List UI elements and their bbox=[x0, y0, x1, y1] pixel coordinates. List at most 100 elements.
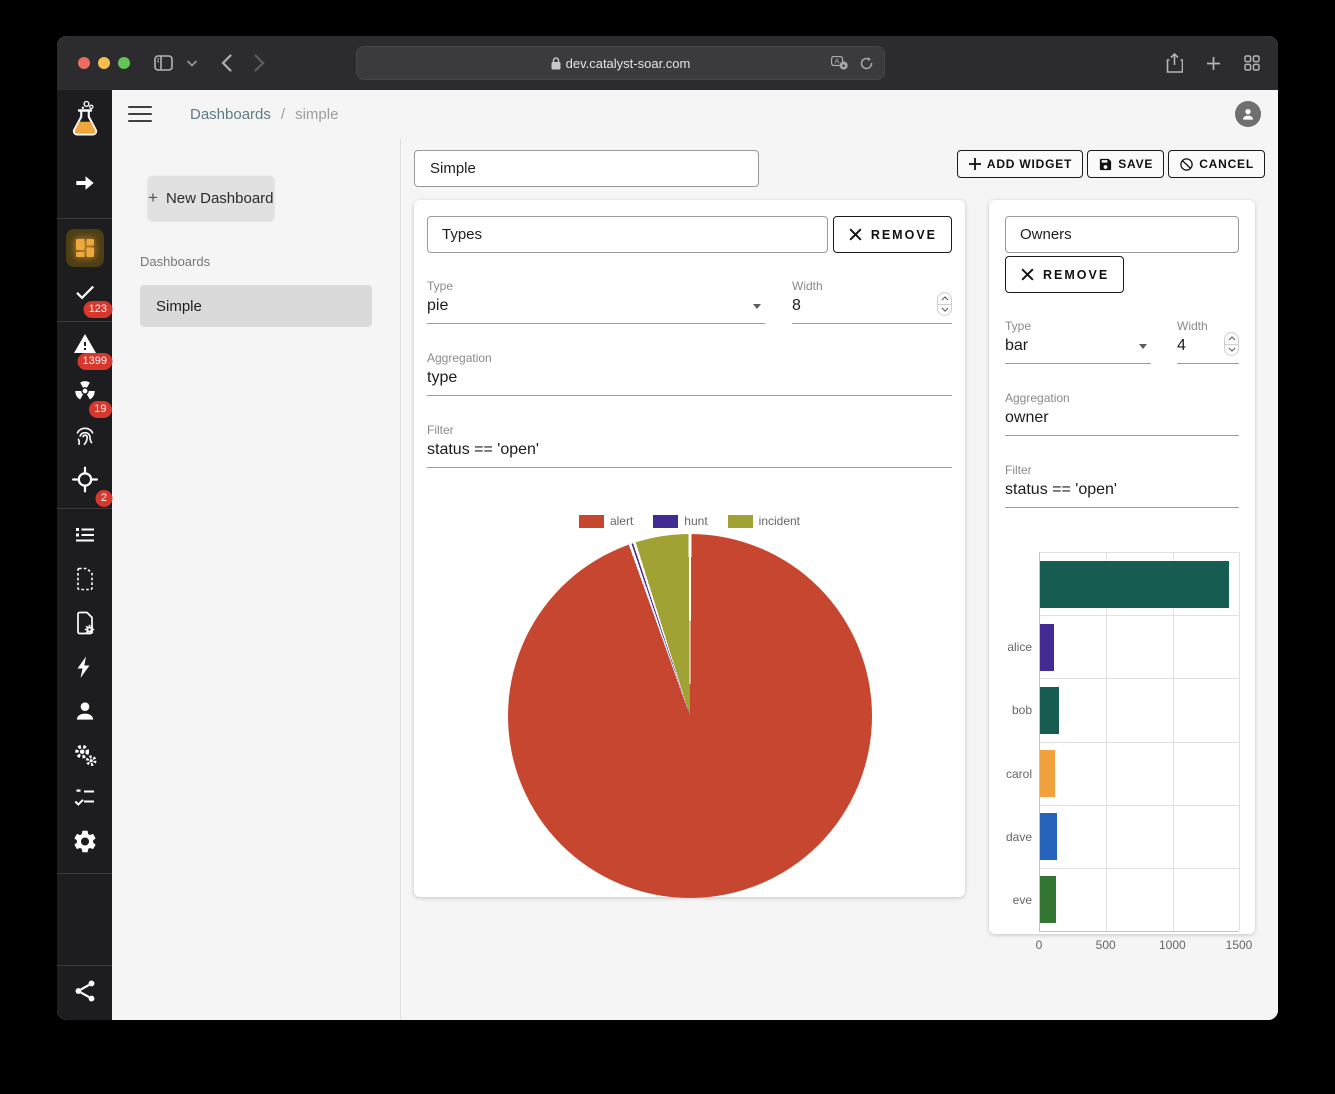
new-dashboard-button[interactable]: + New Dashboard bbox=[148, 176, 274, 220]
settings-gear-icon[interactable] bbox=[71, 828, 98, 860]
breadcrumb-dashboards-link[interactable]: Dashboards bbox=[190, 106, 271, 123]
number-stepper[interactable] bbox=[1224, 332, 1239, 356]
type-select[interactable]: Type bar bbox=[1005, 319, 1151, 364]
bar-carol bbox=[1040, 750, 1055, 797]
bar-plot bbox=[1039, 552, 1239, 932]
dashboards-icon[interactable] bbox=[66, 229, 104, 267]
breadcrumb: Dashboards / simple bbox=[190, 106, 338, 123]
close-window-button[interactable] bbox=[78, 57, 90, 69]
legend-item-incident[interactable]: incident bbox=[728, 514, 800, 528]
fingerprint-icon[interactable] bbox=[72, 422, 98, 453]
widget-name-input[interactable] bbox=[1005, 216, 1239, 253]
dropdown-arrow-icon bbox=[1139, 344, 1147, 349]
legend-item-hunt[interactable]: hunt bbox=[653, 514, 707, 528]
filter-field[interactable]: Filter status == 'open' bbox=[1005, 463, 1239, 508]
automation-lightning-icon[interactable] bbox=[73, 654, 97, 685]
pie-chart bbox=[508, 534, 872, 898]
aggregation-value: type bbox=[427, 368, 952, 388]
hamburger-menu-icon[interactable] bbox=[128, 101, 152, 127]
bar-row bbox=[1040, 552, 1239, 615]
widget-name-input[interactable] bbox=[427, 216, 828, 253]
bar-category-label: carol bbox=[1005, 742, 1039, 805]
plus-icon bbox=[968, 157, 982, 171]
app-icon-rail: 123 1399 19 2 bbox=[57, 90, 112, 1020]
tab-overview-icon[interactable] bbox=[1244, 55, 1260, 71]
legend-swatch bbox=[728, 515, 753, 528]
users-person-icon[interactable] bbox=[72, 698, 98, 729]
translate-icon[interactable]: A✦ bbox=[831, 56, 848, 70]
number-stepper[interactable] bbox=[937, 292, 952, 316]
tickets-check-icon[interactable]: 123 bbox=[71, 280, 98, 309]
type-select[interactable]: Type pie bbox=[427, 279, 765, 324]
alerts-badge: 1399 bbox=[78, 353, 112, 370]
remove-widget-button[interactable]: REMOVE bbox=[833, 216, 952, 253]
cancel-icon bbox=[1179, 157, 1194, 172]
bar-row bbox=[1040, 868, 1239, 931]
services-gears-icon[interactable] bbox=[71, 741, 98, 773]
catalyst-flask-logo-icon[interactable] bbox=[67, 100, 103, 147]
incidents-badge: 19 bbox=[89, 401, 111, 418]
tickets-badge: 123 bbox=[84, 301, 112, 318]
bar-xaxis: 050010001500 bbox=[1039, 938, 1239, 952]
share-page-icon[interactable] bbox=[1166, 53, 1183, 74]
new-tab-icon[interactable] bbox=[1206, 56, 1221, 71]
save-button[interactable]: SAVE bbox=[1087, 150, 1164, 178]
draft-document-icon[interactable] bbox=[73, 566, 97, 597]
dashboard-editor: ADD WIDGET SAVE CANCEL bbox=[400, 138, 1278, 1020]
breadcrumb-current: simple bbox=[295, 106, 338, 123]
rules-checklist-icon[interactable] bbox=[72, 785, 98, 814]
browser-window: dev.catalyst-soar.com A✦ bbox=[57, 36, 1278, 1020]
alerts-warning-icon[interactable]: 1399 bbox=[71, 332, 98, 361]
x-axis-tick: 1000 bbox=[1159, 938, 1186, 952]
bar-dave bbox=[1040, 813, 1057, 860]
bar-alice bbox=[1040, 624, 1054, 671]
legend-item-alert[interactable]: alert bbox=[579, 514, 633, 528]
add-widget-button[interactable]: ADD WIDGET bbox=[957, 150, 1083, 178]
dashboards-section-label: Dashboards bbox=[140, 254, 400, 269]
window-controls bbox=[78, 57, 130, 69]
width-input[interactable]: Width 8 bbox=[792, 279, 952, 324]
minimize-window-button[interactable] bbox=[98, 57, 110, 69]
filter-value: status == 'open' bbox=[1005, 480, 1239, 500]
bar-eve bbox=[1040, 876, 1056, 923]
width-value: 8 bbox=[792, 296, 937, 316]
aggregation-field[interactable]: Aggregation owner bbox=[1005, 391, 1239, 436]
list-icon[interactable] bbox=[72, 523, 98, 552]
hunts-badge: 2 bbox=[96, 490, 112, 507]
filter-field[interactable]: Filter status == 'open' bbox=[427, 423, 952, 468]
back-button[interactable] bbox=[221, 54, 232, 72]
remove-widget-button[interactable]: REMOVE bbox=[1005, 256, 1124, 293]
dashboard-name-input[interactable] bbox=[414, 150, 759, 187]
aggregation-value: owner bbox=[1005, 408, 1239, 428]
user-avatar[interactable] bbox=[1235, 101, 1261, 127]
breadcrumb-separator: / bbox=[281, 106, 285, 123]
share-graph-icon[interactable] bbox=[72, 978, 98, 1009]
bar-bob bbox=[1040, 687, 1059, 734]
dashboards-panel: + New Dashboard Dashboards Simple bbox=[112, 138, 400, 1020]
file-settings-icon[interactable] bbox=[72, 610, 97, 641]
incidents-radiation-icon[interactable]: 19 bbox=[72, 378, 98, 409]
type-select-value: bar bbox=[1005, 336, 1139, 356]
reload-icon[interactable] bbox=[859, 56, 874, 71]
url-bar[interactable]: dev.catalyst-soar.com A✦ bbox=[356, 46, 885, 80]
app-top-bar: Dashboards / simple bbox=[112, 90, 1278, 138]
bar-category-label bbox=[1005, 552, 1039, 615]
forward-button[interactable] bbox=[254, 54, 265, 72]
cancel-button[interactable]: CANCEL bbox=[1168, 150, 1265, 178]
expand-arrow-icon[interactable] bbox=[72, 170, 98, 201]
chevron-down-icon[interactable] bbox=[187, 60, 197, 67]
widget-card-types: REMOVE Type pie Width 8 bbox=[414, 200, 965, 897]
pie-legend: alert hunt incident bbox=[427, 514, 952, 528]
nav-item-simple[interactable]: Simple bbox=[140, 285, 372, 327]
sidebar-toggle-icon[interactable] bbox=[154, 55, 173, 71]
x-axis-tick: 500 bbox=[1096, 938, 1116, 952]
zoom-window-button[interactable] bbox=[118, 57, 130, 69]
x-axis-tick: 1500 bbox=[1226, 938, 1253, 952]
filter-value: status == 'open' bbox=[427, 440, 952, 460]
dropdown-arrow-icon bbox=[753, 304, 761, 309]
hunts-crosshair-icon[interactable]: 2 bbox=[71, 466, 98, 498]
bar-row bbox=[1040, 805, 1239, 868]
bar-row bbox=[1040, 742, 1239, 805]
aggregation-field[interactable]: Aggregation type bbox=[427, 351, 952, 396]
width-input[interactable]: Width 4 bbox=[1177, 319, 1239, 364]
